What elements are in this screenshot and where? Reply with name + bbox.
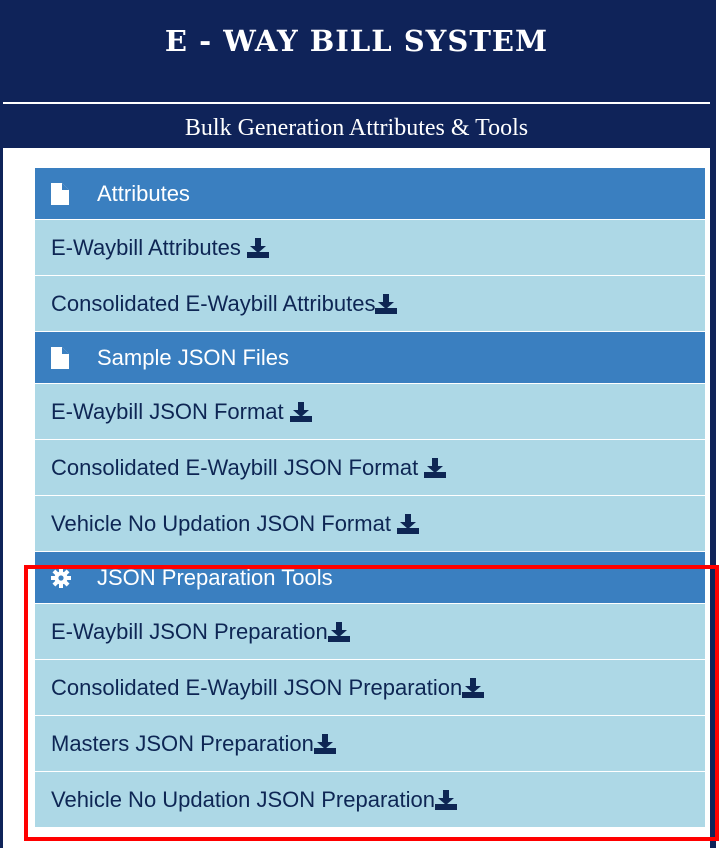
download-icon [313, 733, 336, 754]
page-title: E - WAY BILL SYSTEM [164, 24, 549, 58]
link-vehicle-no-updation-json-preparation[interactable]: Vehicle No Updation JSON Preparation [35, 772, 705, 828]
link-ewaybill-json-preparation[interactable]: E-Waybill JSON Preparation [35, 604, 705, 660]
link-consolidated-ewaybill-attributes[interactable]: Consolidated E-Waybill Attributes [35, 276, 705, 332]
ewaybill-panel: E - WAY BILL SYSTEM Bulk Generation Attr… [0, 0, 716, 848]
link-label: E-Waybill Attributes [51, 234, 241, 260]
gear-icon [51, 567, 71, 589]
link-label: Consolidated E-Waybill JSON Format [51, 454, 419, 480]
section-header-label: Sample JSON Files [97, 344, 289, 370]
link-consolidated-ewaybill-json-format[interactable]: Consolidated E-Waybill JSON Format [35, 440, 705, 496]
download-icon [289, 401, 312, 422]
link-label: Vehicle No Updation JSON Preparation [51, 786, 435, 812]
link-label: Masters JSON Preparation [51, 730, 314, 756]
file-icon [51, 182, 71, 205]
section-header-label: Attributes [97, 180, 190, 206]
section-header-label: JSON Preparation Tools [97, 564, 333, 590]
link-masters-json-preparation[interactable]: Masters JSON Preparation [35, 716, 705, 772]
link-label: Vehicle No Updation JSON Format [51, 510, 391, 536]
section-header-json-preparation-tools[interactable]: JSON Preparation Tools [35, 552, 705, 604]
download-icon [396, 513, 419, 534]
link-label: E-Waybill JSON Format [51, 398, 284, 424]
download-icon [435, 789, 457, 810]
section-header-sample-json-files[interactable]: Sample JSON Files [35, 332, 705, 384]
link-label: E-Waybill JSON Preparation [51, 618, 328, 644]
link-label: Consolidated E-Waybill JSON Preparation [51, 674, 463, 700]
link-vehicle-no-updation-json-format[interactable]: Vehicle No Updation JSON Format [35, 496, 705, 552]
tools-list: Attributes E-Waybill Attributes Consolid… [35, 168, 705, 828]
section-header-attributes[interactable]: Attributes [35, 168, 705, 220]
link-label: Consolidated E-Waybill Attributes [51, 290, 376, 316]
page-subtitle: Bulk Generation Attributes & Tools [3, 104, 710, 148]
download-icon [246, 237, 269, 258]
download-icon [462, 677, 485, 698]
link-ewaybill-json-format[interactable]: E-Waybill JSON Format [35, 384, 705, 440]
title-bar: E - WAY BILL SYSTEM [3, 10, 710, 106]
download-icon [375, 293, 398, 314]
download-icon [424, 457, 447, 478]
file-icon [51, 346, 71, 369]
download-icon [327, 621, 350, 642]
link-consolidated-ewaybill-json-preparation[interactable]: Consolidated E-Waybill JSON Preparation [35, 660, 705, 716]
link-ewaybill-attributes[interactable]: E-Waybill Attributes [35, 220, 705, 276]
